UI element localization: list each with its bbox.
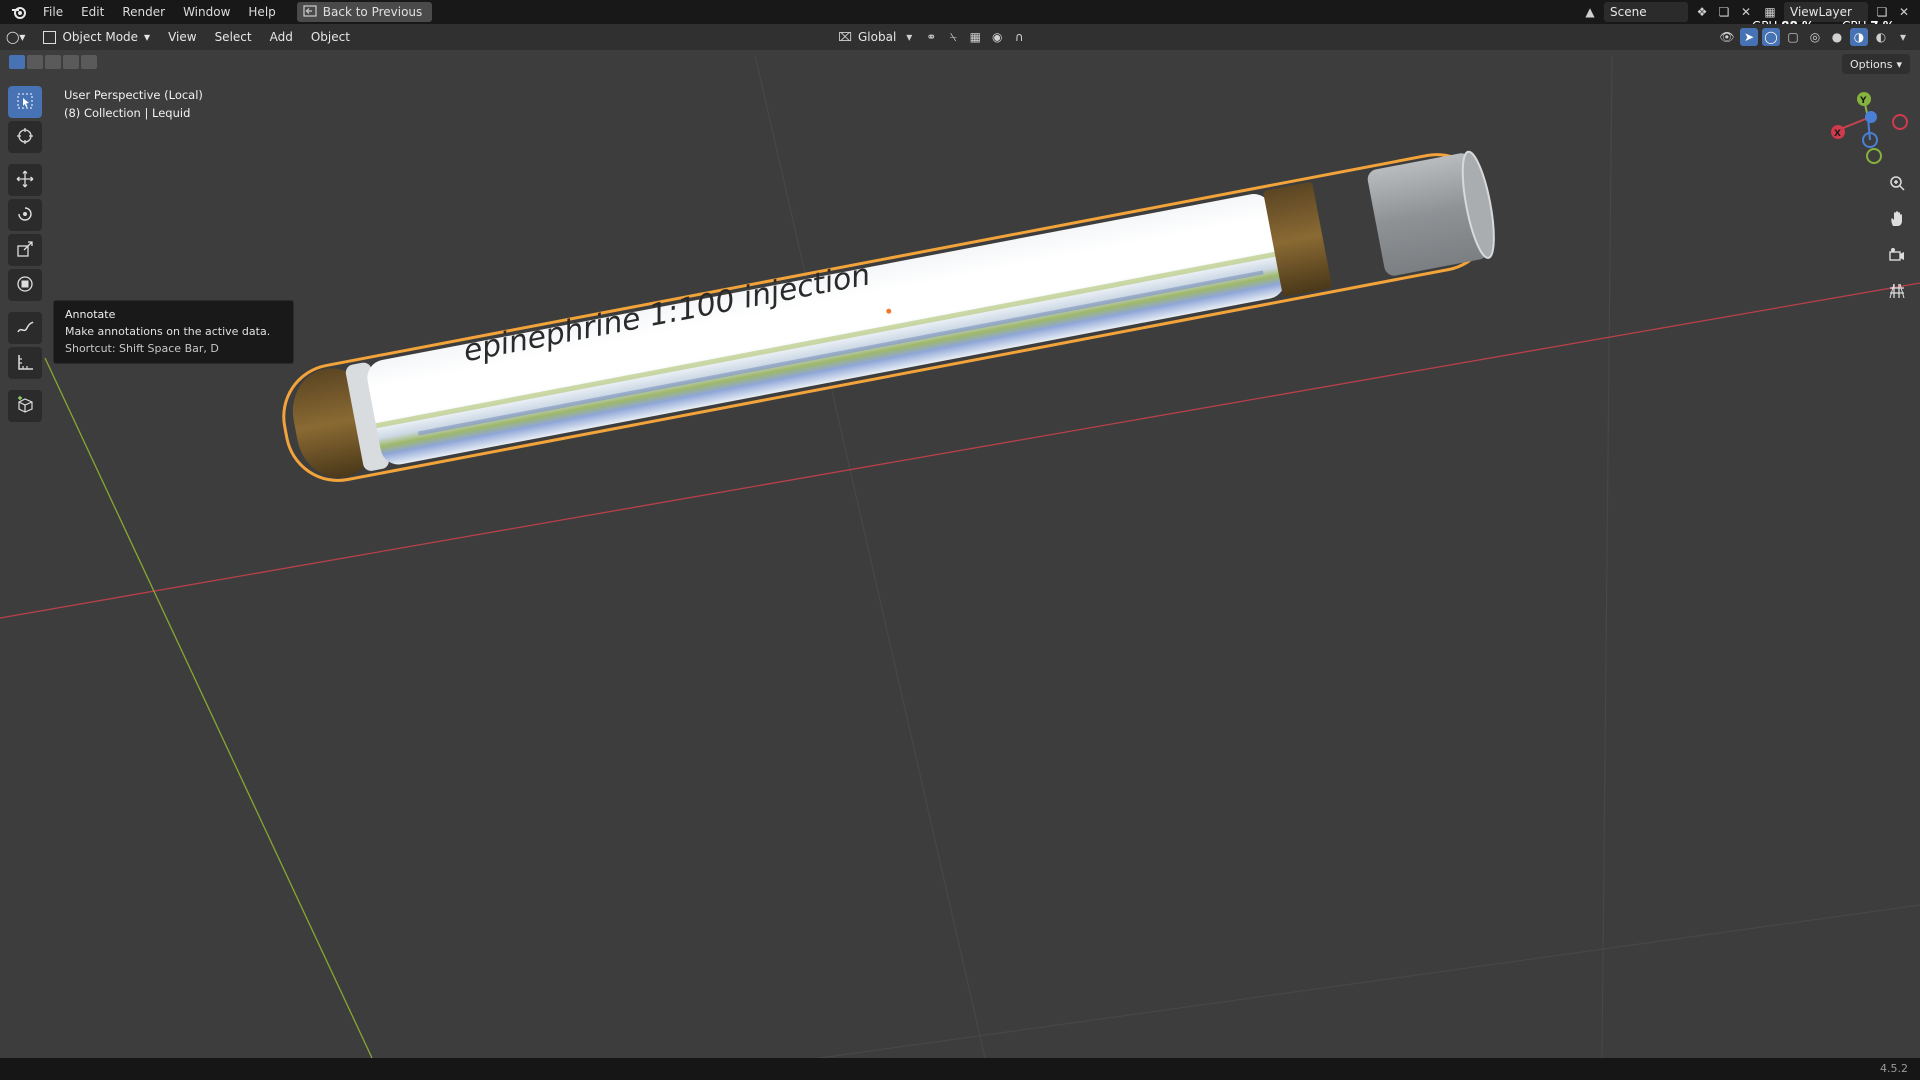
scale-icon [16,240,34,261]
new-view-layer-icon[interactable]: ❏ [1874,4,1890,20]
xray-icon[interactable]: ▢ [1784,28,1802,46]
svg-text:Y: Y [1859,96,1867,106]
add-cube-icon [16,395,34,417]
cursor-tool[interactable] [8,121,42,153]
move-icon [16,170,34,191]
back-arrow-icon [303,4,317,20]
object-mode-label: Object Mode [62,30,139,44]
editor-type-button[interactable]: ◯▾ [0,26,31,48]
rotate-tool[interactable] [8,199,42,231]
back-to-previous-button[interactable]: Back to Previous [296,2,433,22]
select-box-tool[interactable] [8,86,42,118]
viewport-canvas[interactable]: epinephrine 1:100 injection Y X [0,0,1920,1080]
transform-tools-group: ⌧ Global ▾ ⚭ ⍀ ▦ ◉ ∩ [836,26,1028,48]
proportional-edit-icon[interactable]: ◉ [988,28,1006,46]
gizmo-toggle-icon[interactable]: ➤ [1740,28,1758,46]
vial-object[interactable]: epinephrine 1:100 injection [274,141,1501,490]
measure-icon [16,353,34,374]
add-cube-tool[interactable] [8,390,42,422]
view-layer-label: ViewLayer [1790,5,1852,19]
move-tool[interactable] [8,164,42,196]
camera-icon[interactable] [1884,242,1910,268]
chevron-down-icon: ▾ [1896,57,1902,71]
wireframe-shading-icon[interactable]: ◎ [1806,28,1824,46]
editor-type-icon: ◯▾ [6,30,26,44]
select-extend-icon[interactable] [27,55,43,69]
view-layer-icon: ▦ [1764,5,1776,19]
orientation-dropdown[interactable]: Global [858,30,896,44]
select-difference-icon[interactable] [63,55,79,69]
object-mode-dropdown[interactable]: Object Mode ▾ [37,27,156,47]
grid-view-icon[interactable] [1884,278,1910,304]
falloff-icon[interactable]: ∩ [1010,28,1028,46]
visibility-icon[interactable]: 👁 [1718,28,1736,46]
snap-icon[interactable]: ⍀ [944,28,962,46]
rendered-shading-icon[interactable]: ◐ [1872,28,1890,46]
tooltip-shortcut: Shortcut: Shift Space Bar, D [65,342,219,355]
tooltip-title: Annotate [65,308,116,321]
scene-name-label: Scene [1610,5,1647,19]
annotate-tool[interactable] [8,312,42,344]
chevron-down-icon: ▾ [144,30,151,44]
solid-shading-icon[interactable]: ● [1828,28,1846,46]
menu-window[interactable]: Window [174,1,239,23]
pan-hand-icon[interactable] [1884,206,1910,232]
top-menu-bar: File Edit Render Window Help Back to Pre… [0,0,1920,33]
navigation-controls [1884,170,1910,304]
axis-gizmo[interactable]: Y X [1831,92,1908,164]
menu-object[interactable]: Object [305,26,356,48]
zoom-icon[interactable] [1884,170,1910,196]
viewport-info: User Perspective (Local) (8) Collection … [64,86,203,122]
menu-add[interactable]: Add [264,26,299,48]
scene-icon: ▲ [1585,5,1595,19]
chevron-down-icon[interactable]: ▾ [900,28,918,46]
tooltip-description: Make annotations on the active data. [65,325,271,338]
back-to-previous-label: Back to Previous [322,5,423,19]
perspective-label: User Perspective (Local) [64,88,203,102]
menu-edit[interactable]: Edit [72,1,113,23]
overlay-toggle-icon[interactable]: ◯ [1762,28,1780,46]
object-mode-icon [43,30,57,44]
viewport-grid [754,54,1920,1059]
orientation-icon: ⌧ [838,30,852,44]
select-new-icon[interactable] [9,55,25,69]
select-subtract-icon[interactable] [45,55,61,69]
scene-selector[interactable]: ▲ Scene ❖ ❏ ✕ [1582,2,1754,22]
menu-file[interactable]: File [34,1,72,23]
delete-scene-icon[interactable]: ✕ [1738,4,1754,20]
status-bar: 4.5.2 [0,1058,1920,1080]
snap-target-icon[interactable]: ▦ [966,28,984,46]
annotate-icon [16,318,34,339]
rotate-icon [16,205,34,226]
version-label: 4.5.2 [1880,1062,1908,1075]
menu-render[interactable]: Render [113,1,174,23]
collection-label: (8) Collection | Lequid [64,106,191,120]
svg-text:X: X [1834,129,1841,139]
menu-help[interactable]: Help [239,1,284,23]
transform-icon [16,275,34,296]
delete-view-layer-icon[interactable]: ✕ [1896,4,1912,20]
new-scene-icon[interactable]: ❏ [1716,4,1732,20]
scale-tool[interactable] [8,234,42,266]
measure-tool[interactable] [8,347,42,379]
blender-logo-icon[interactable] [10,3,28,21]
shading-tools-group: 👁 ➤ ◯ ▢ ◎ ● ◑ ◐ ▾ [1718,26,1912,48]
options-label: Options [1850,57,1893,71]
transform-tool[interactable] [8,269,42,301]
chevron-down-icon[interactable]: ▾ [1894,28,1912,46]
select-intersect-icon[interactable] [81,55,97,69]
tool-shelf [8,86,46,425]
annotate-tooltip: Annotate Make annotations on the active … [53,300,294,364]
cursor-icon [16,127,34,148]
options-dropdown[interactable]: Options ▾ [1842,54,1910,74]
menu-select[interactable]: Select [209,26,258,48]
pin-icon[interactable]: ❖ [1694,4,1710,20]
menu-view[interactable]: View [162,26,202,48]
viewport-header: ◯▾ Object Mode ▾ View Select Add Object … [0,24,1920,50]
pivot-icon[interactable]: ⚭ [922,28,940,46]
material-shading-icon[interactable]: ◑ [1850,28,1868,46]
scene-name-field[interactable]: Scene [1604,2,1688,22]
select-box-icon [16,92,34,113]
selection-mode-buttons [9,55,97,69]
